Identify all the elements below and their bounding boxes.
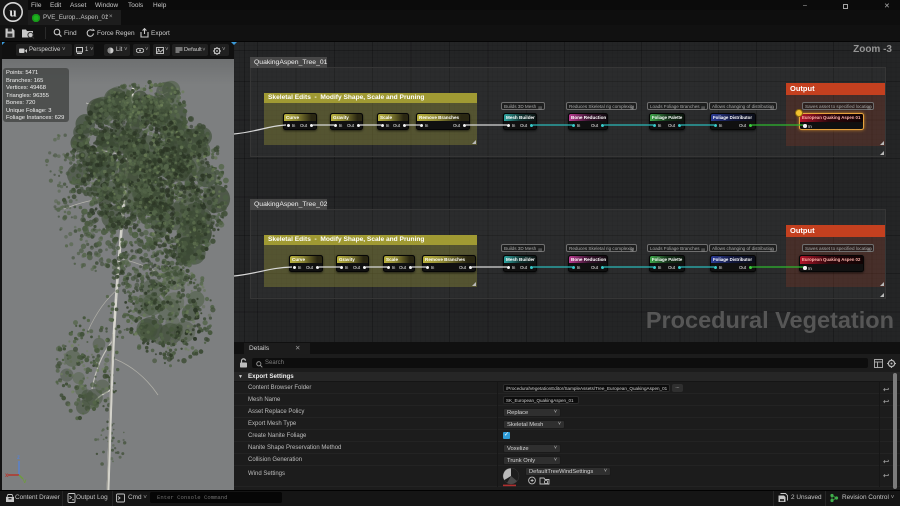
svg-text:y: y	[23, 479, 27, 483]
svg-text:u: u	[9, 5, 16, 20]
svg-text:z: z	[17, 455, 20, 461]
svg-text:x: x	[5, 473, 9, 479]
